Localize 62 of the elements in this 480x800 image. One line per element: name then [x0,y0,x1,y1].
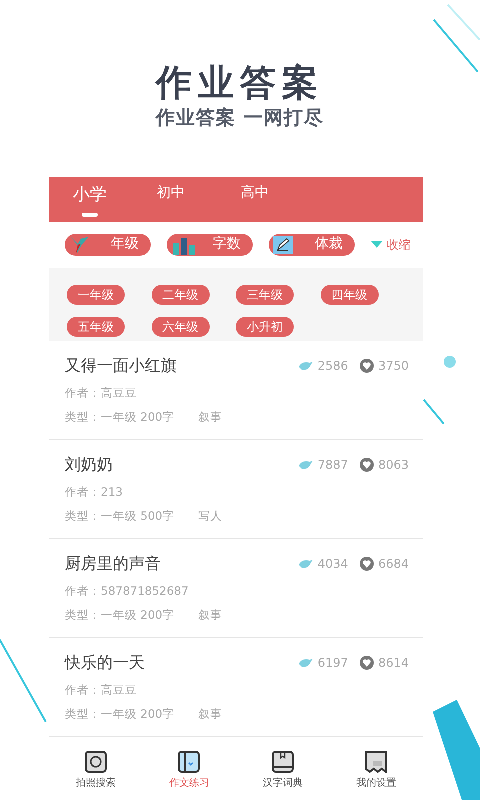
grade-button[interactable]: 一年级 [67,284,125,305]
essay-type: 类型：一年级 500字 [65,508,175,524]
author-text: 作者：高豆豆 [65,386,137,400]
essay-title: 厨房里的声音 [65,553,161,576]
like-count: 8063 [378,457,409,474]
grade-tab[interactable]: 初中 [157,177,241,204]
grade-button[interactable]: 三年级 [236,284,294,305]
essay-genre: 叙事 [198,607,223,624]
author-text: 作者：587871852687 [65,584,189,598]
grade-button[interactable]: 六年级 [152,316,210,337]
like-icon [360,656,374,670]
like-count: 8614 [378,655,409,672]
view-count: 6197 [318,655,348,672]
essay-item[interactable]: 快乐的一天 6197 8614 作者：高豆豆 类型：一年级 200字 叙事 [49,638,423,738]
decorative-lines-drawing [433,4,480,73]
essay-type: 类型：一年级 200字 [65,607,175,624]
essay-type: 类型：一年级 200字 [65,409,175,426]
author-text: 作者：高豆豆 [65,683,137,698]
essay-type: 类型：一年级 200字 [65,706,175,722]
essay-item[interactable]: 刘奶奶 7887 8063 作者：213 类型：一年级 500字 写人 [49,440,423,540]
camera-icon [84,751,107,774]
essay-title: 刘奶奶 [65,454,113,476]
author-text: 作者：213 [65,485,123,500]
essay-title: 快乐的一天 [65,652,145,674]
view-count: 2586 [318,358,348,376]
grade-button[interactable]: 五年级 [67,316,125,337]
like-icon [360,557,374,572]
dictionary-icon [365,751,388,774]
like-icon [360,458,374,472]
nav-tab[interactable]: 拍照搜索 [49,737,142,800]
filter-button[interactable]: 体裁 [269,234,355,256]
pen-icon [273,236,293,254]
essay-genre: 叙事 [198,706,223,722]
tagline: 作业答案 一网打尽 [156,106,324,130]
like-count: 3750 [378,358,409,376]
view-count: 4034 [318,556,348,574]
nav-tab[interactable]: 作文练习 [142,737,236,800]
essay-item[interactable]: 厨房里的声音 4034 6684 作者：587871852687 类型：一年级 200字 叙事 [49,539,423,638]
essay-genre: 写人 [198,508,223,524]
grade-tab[interactable]: 高中 [241,177,325,204]
collapse-toggle[interactable]: 收缩 [371,236,411,254]
decorative-dot [444,356,456,368]
nav-tab[interactable]: 我的设置 [330,737,423,800]
essay-title: 又得一面小红旗 [65,355,177,378]
caret-icon [371,241,383,248]
notebook-icon [178,751,200,774]
essay-genre: 叙事 [198,409,223,426]
headline: 作业答案 [156,62,324,106]
filter-button[interactable]: 字数 [167,234,253,256]
bird-icon [69,234,91,255]
nav-tab[interactable]: 汉字词典 [236,737,330,800]
grade-button[interactable]: 四年级 [320,284,378,305]
book-icon [272,751,294,774]
grade-button[interactable]: 二年级 [152,284,210,305]
like-count: 6684 [378,556,409,574]
filter-button[interactable]: 年级 [65,234,151,256]
grade-tab[interactable]: 小学 [73,177,157,216]
like-icon [360,359,374,374]
decorative-line [423,399,445,425]
view-count: 7887 [318,457,348,474]
grade-button[interactable]: 小升初 [236,316,294,337]
essay-item[interactable]: 又得一面小红旗 2586 3750 作者：高豆豆 类型：一年级 200字 叙事 [49,341,423,440]
